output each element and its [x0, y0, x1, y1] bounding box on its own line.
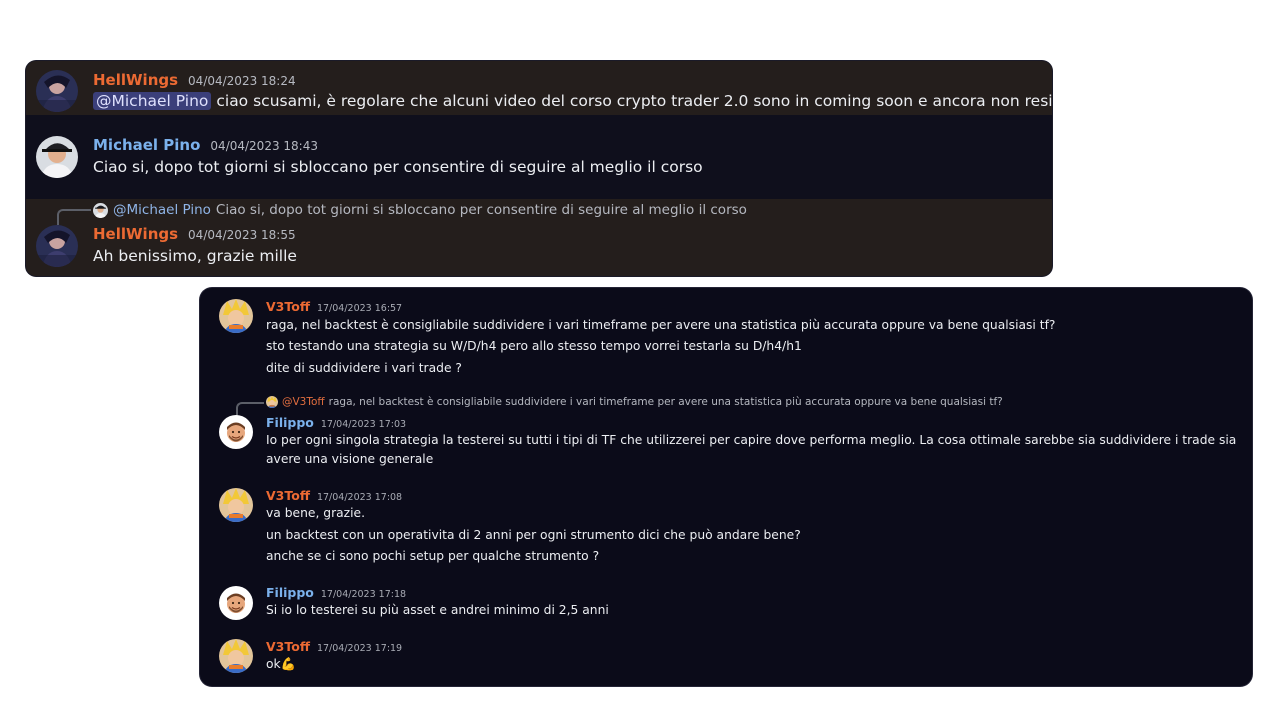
chat-panel-1: HellWings 04/04/2023 18:24 @Michael Pino… [26, 61, 1052, 276]
michael-pino-mini-avatar [93, 203, 108, 218]
message-item[interactable]: HellWings 04/04/2023 18:24 @Michael Pino… [26, 61, 1052, 115]
message-item[interactable]: Michael Pino 04/04/2023 18:43 Ciao si, d… [26, 115, 1052, 199]
flexed-biceps-icon: 💪 [280, 657, 296, 671]
message-line: anche se ci sono pochi setup per qualche… [266, 549, 600, 563]
reply-preview[interactable]: @Michael Pino Ciao si, dopo tot giorni s… [93, 202, 747, 218]
hellwings-avatar[interactable] [36, 70, 78, 112]
author-name[interactable]: V3Toff [266, 639, 310, 654]
author-name[interactable]: HellWings [93, 225, 178, 243]
v3toff-avatar[interactable] [219, 488, 253, 522]
message-line: un backtest con un operativita di 2 anni… [266, 528, 801, 542]
message-text: ok💪 [266, 657, 296, 672]
filippo-avatar[interactable] [219, 415, 253, 449]
reply-connector [57, 209, 91, 225]
hellwings-avatar[interactable] [36, 225, 78, 267]
filippo-avatar[interactable] [219, 586, 253, 620]
michael-pino-avatar[interactable] [36, 136, 78, 178]
reply-author[interactable]: @V3Toff [282, 396, 325, 408]
message-timestamp: 04/04/2023 18:55 [188, 228, 296, 242]
message-timestamp: 04/04/2023 18:43 [210, 139, 318, 153]
author-name[interactable]: V3Toff [266, 299, 310, 314]
author-name[interactable]: HellWings [93, 71, 178, 89]
v3toff-avatar[interactable] [219, 299, 253, 333]
reply-author[interactable]: @Michael Pino [113, 202, 211, 218]
v3toff-avatar[interactable] [219, 639, 253, 673]
chat-panel-2: V3Toff 17/04/2023 16:57 raga, nel backte… [200, 288, 1252, 686]
v3toff-mini-avatar [266, 396, 278, 408]
message-text: Io per ogni singola strategia la testere… [266, 433, 1237, 466]
user-mention[interactable]: @Michael Pino [93, 92, 212, 110]
reply-preview[interactable]: @V3Toff raga, nel backtest è consigliabi… [266, 396, 1003, 408]
message-timestamp: 17/04/2023 16:57 [316, 303, 403, 314]
author-name[interactable]: Michael Pino [93, 136, 200, 154]
author-name[interactable]: Filippo [266, 415, 314, 430]
message-timestamp: 17/04/2023 17:03 [320, 419, 407, 430]
message-body: ok [266, 657, 281, 671]
message-timestamp: 17/04/2023 17:19 [316, 643, 403, 654]
message-text: Ciao si, dopo tot giorni si sbloccano pe… [93, 158, 703, 176]
reply-connector [236, 402, 264, 416]
message-line: raga, nel backtest è consigliabile suddi… [266, 318, 1056, 332]
message-line: sto testando una strategia su W/D/h4 per… [266, 339, 802, 353]
message-timestamp: 17/04/2023 17:18 [320, 589, 407, 600]
message-text: Si io lo testerei su più asset e andrei … [266, 603, 609, 617]
message-text: Ah benissimo, grazie mille [93, 247, 297, 265]
message-timestamp: 04/04/2023 18:24 [188, 74, 296, 88]
message-body: ciao scusami, è regolare che alcuni vide… [216, 92, 1052, 110]
author-name[interactable]: Filippo [266, 585, 314, 600]
reply-text: Ciao si, dopo tot giorni si sbloccano pe… [215, 202, 747, 218]
message-timestamp: 17/04/2023 17:08 [316, 492, 403, 503]
message-line: dite di suddividere i vari trade ? [266, 361, 462, 375]
message-text: @Michael Pino ciao scusami, è regolare c… [93, 92, 1052, 110]
message-line: va bene, grazie. [266, 506, 366, 520]
author-name[interactable]: V3Toff [266, 488, 310, 503]
reply-text: raga, nel backtest è consigliabile suddi… [328, 396, 1003, 408]
